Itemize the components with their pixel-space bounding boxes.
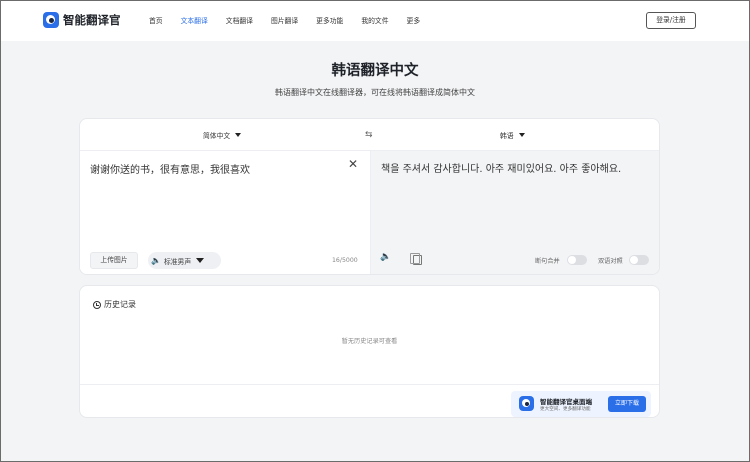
char-count: 16/5000	[332, 257, 358, 264]
history-title: 历史记录	[104, 300, 136, 309]
translated-text: 책을 주셔서 감사합니다. 아주 재미있어요. 아주 좋아해요.	[381, 164, 622, 175]
target-language-label: 韩语	[500, 132, 514, 140]
nav-item-more[interactable]: 更多	[407, 15, 421, 25]
merge-sentences-label: 断句合并	[535, 258, 560, 265]
bilingual-toggle[interactable]	[629, 255, 649, 265]
speaker-icon[interactable]: 🔈	[380, 252, 391, 262]
speaker-icon: 🔈	[151, 256, 161, 265]
source-language-select[interactable]: 简体中文	[203, 130, 242, 140]
target-pane: 책을 주셔서 감사합니다. 아주 재미있어요. 아주 좋아해요. 🔈 断句合并 …	[371, 151, 659, 274]
brand-logo[interactable]: 智能翻译官	[43, 12, 121, 28]
nav-item-home[interactable]: 首页	[149, 15, 163, 25]
copy-icon[interactable]	[410, 253, 422, 265]
page-subtitle: 韩语翻译中文在线翻译器，可在线将韩语翻译成简体中文	[275, 88, 475, 97]
download-button[interactable]: 立即下载	[608, 396, 646, 412]
merge-sentences-toggle[interactable]	[567, 255, 587, 265]
clear-text-icon[interactable]: ✕	[348, 157, 358, 171]
brand-name: 智能翻译官	[63, 13, 121, 27]
desktop-app-promo: 智能翻译官桌面端 更大空间、更多翻译功能 立即下载	[511, 391, 651, 417]
history-empty-text: 暂无历史记录可查看	[341, 338, 398, 345]
history-clock-icon	[93, 300, 101, 309]
top-navbar: 智能翻译官 首页 文本翻译 文档翻译 图片翻译 更多功能 我的文件 更多 登录/…	[1, 1, 749, 41]
chevron-down-icon	[196, 258, 205, 263]
target-language-select[interactable]: 韩语	[500, 130, 525, 140]
chevron-down-icon	[518, 133, 525, 137]
voice-label: 标准男声	[163, 257, 192, 266]
logo-icon	[43, 12, 59, 28]
translator-card: 简体中文 ⇆ 韩语 谢谢你送的书，很有意思，我很喜欢 ✕ 上传图片 🔈 标准男声…	[79, 118, 660, 275]
page-title: 韩语翻译中文	[331, 63, 419, 79]
history-header: 历史记录	[93, 299, 136, 310]
voice-select[interactable]: 🔈 标准男声	[148, 252, 221, 269]
upload-image-button[interactable]: 上传图片	[90, 252, 138, 269]
language-bar: 简体中文 ⇆ 韩语	[80, 119, 659, 151]
source-language-label: 简体中文	[203, 132, 231, 140]
nav-item-image-translate[interactable]: 图片翻译	[271, 15, 298, 25]
promo-title: 智能翻译官桌面端	[540, 398, 592, 406]
promo-subtitle: 更大空间、更多翻译功能	[540, 407, 591, 412]
bilingual-label: 双语对照	[598, 258, 623, 265]
app-logo-icon	[519, 396, 534, 411]
main-nav: 首页 文本翻译 文档翻译 图片翻译 更多功能 我的文件 更多	[149, 15, 438, 25]
source-text-input[interactable]: 谢谢你送的书，很有意思，我很喜欢	[90, 161, 250, 176]
chevron-down-icon	[235, 133, 242, 137]
login-button[interactable]: 登录/注册	[646, 12, 696, 29]
nav-item-doc-translate[interactable]: 文档翻译	[226, 15, 253, 25]
history-footer: 智能翻译官桌面端 更大空间、更多翻译功能 立即下载	[80, 384, 659, 417]
nav-item-my-files[interactable]: 我的文件	[361, 15, 388, 25]
history-card: 历史记录 暂无历史记录可查看 智能翻译官桌面端 更大空间、更多翻译功能 立即下载	[79, 285, 660, 418]
nav-item-more-features[interactable]: 更多功能	[316, 15, 343, 25]
nav-item-text-translate[interactable]: 文本翻译	[181, 15, 208, 25]
swap-languages-icon[interactable]: ⇆	[365, 130, 373, 140]
source-pane: 谢谢你送的书，很有意思，我很喜欢 ✕ 上传图片 🔈 标准男声 16/5000	[80, 151, 371, 274]
